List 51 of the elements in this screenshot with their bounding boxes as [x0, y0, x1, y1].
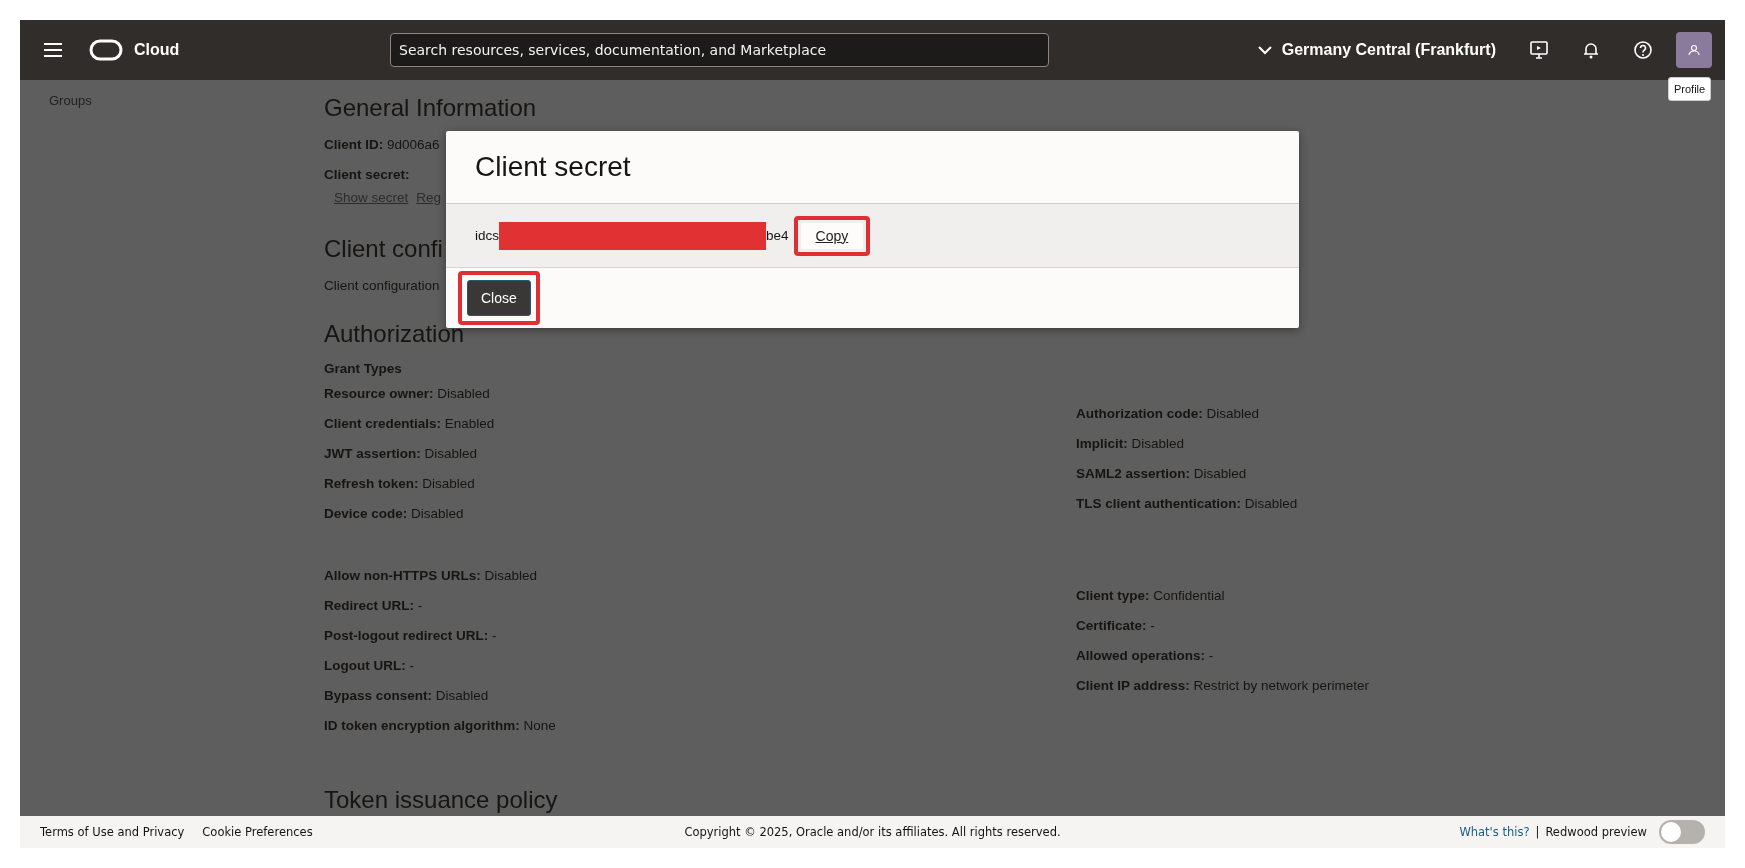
- copy-button[interactable]: Copy: [800, 222, 864, 249]
- subsection-heading: Grant Types: [324, 360, 402, 378]
- description-text: Client configuration: [324, 277, 440, 295]
- secret-text: be4: [766, 228, 789, 243]
- bell-icon[interactable]: [1582, 41, 1600, 59]
- dialog-title: Client secret: [475, 150, 632, 184]
- detail-field: JWT assertion: Disabled: [324, 439, 478, 469]
- detail-field: Client IP address: Restrict by network perimeter: [1076, 671, 1370, 701]
- close-button[interactable]: Close: [467, 280, 531, 316]
- detail-field: Refresh token: Disabled: [324, 469, 475, 499]
- detail-field: TLS client authentication: Disabled: [1076, 489, 1298, 519]
- secret-text: idcs: [475, 228, 499, 243]
- detail-field: Bypass consent: Disabled: [324, 681, 489, 711]
- detail-field: Redirect URL: -: [324, 591, 423, 621]
- detail-field: Allow non-HTTPS URLs: Disabled: [324, 561, 537, 591]
- detail-field: Resource owner: Disabled: [324, 379, 490, 409]
- section-heading: Token issuance policy: [324, 785, 558, 815]
- person-icon: [1688, 44, 1700, 56]
- detail-field: Device code: Disabled: [324, 499, 464, 529]
- monitor-icon[interactable]: [1530, 41, 1548, 59]
- detail-field: Client secret:: [324, 160, 410, 190]
- section-heading: Authorization: [324, 319, 465, 349]
- menu-icon[interactable]: [44, 43, 62, 57]
- detail-field: Client type: Confidential: [1076, 581, 1225, 611]
- detail-field: Implicit: Disabled: [1076, 429, 1185, 459]
- help-icon[interactable]: [1634, 41, 1652, 59]
- detail-field: ID token encryption algorithm: None: [324, 711, 556, 741]
- detail-field: Post-logout redirect URL: -: [324, 621, 497, 651]
- region-selector[interactable]: Germany Central (Frankfurt): [1257, 41, 1496, 59]
- detail-field: Logout URL: -: [324, 651, 414, 681]
- copyright-text: Copyright © 2025, Oracle and/or its affiliates. All rights reserved.: [684, 825, 1061, 839]
- detail-field: Allowed operations: -: [1076, 641, 1214, 671]
- preview-toggle[interactable]: [1659, 820, 1705, 844]
- chevron-icon: [1257, 45, 1272, 55]
- detail-field: Client ID: 9d006a6: [324, 130, 440, 160]
- detail-field: Certificate: -: [1076, 611, 1155, 641]
- logo-icon[interactable]: [89, 39, 123, 61]
- detail-field: Client credentials: Enabled: [324, 409, 495, 439]
- detail-field: Authorization code: Disabled: [1076, 399, 1260, 429]
- section-heading: Client confi: [324, 234, 443, 264]
- section-heading: General Information: [324, 93, 537, 123]
- footer-link[interactable]: Cookie Preferences: [202, 825, 313, 839]
- profile-tooltip: Profile: [1668, 77, 1712, 101]
- brand-name[interactable]: Cloud: [134, 41, 180, 59]
- preview-label: Redwood preview: [1545, 825, 1647, 839]
- search-field[interactable]: Search resources, services, documentation, and Marketplace: [390, 33, 1049, 67]
- help-link[interactable]: What's this?: [1459, 825, 1530, 839]
- avatar-button[interactable]: [1676, 32, 1712, 68]
- detail-field: SAML2 assertion: Disabled: [1076, 459, 1247, 489]
- separator: |: [1535, 825, 1540, 839]
- footer-link[interactable]: Terms of Use and Privacy: [40, 825, 185, 839]
